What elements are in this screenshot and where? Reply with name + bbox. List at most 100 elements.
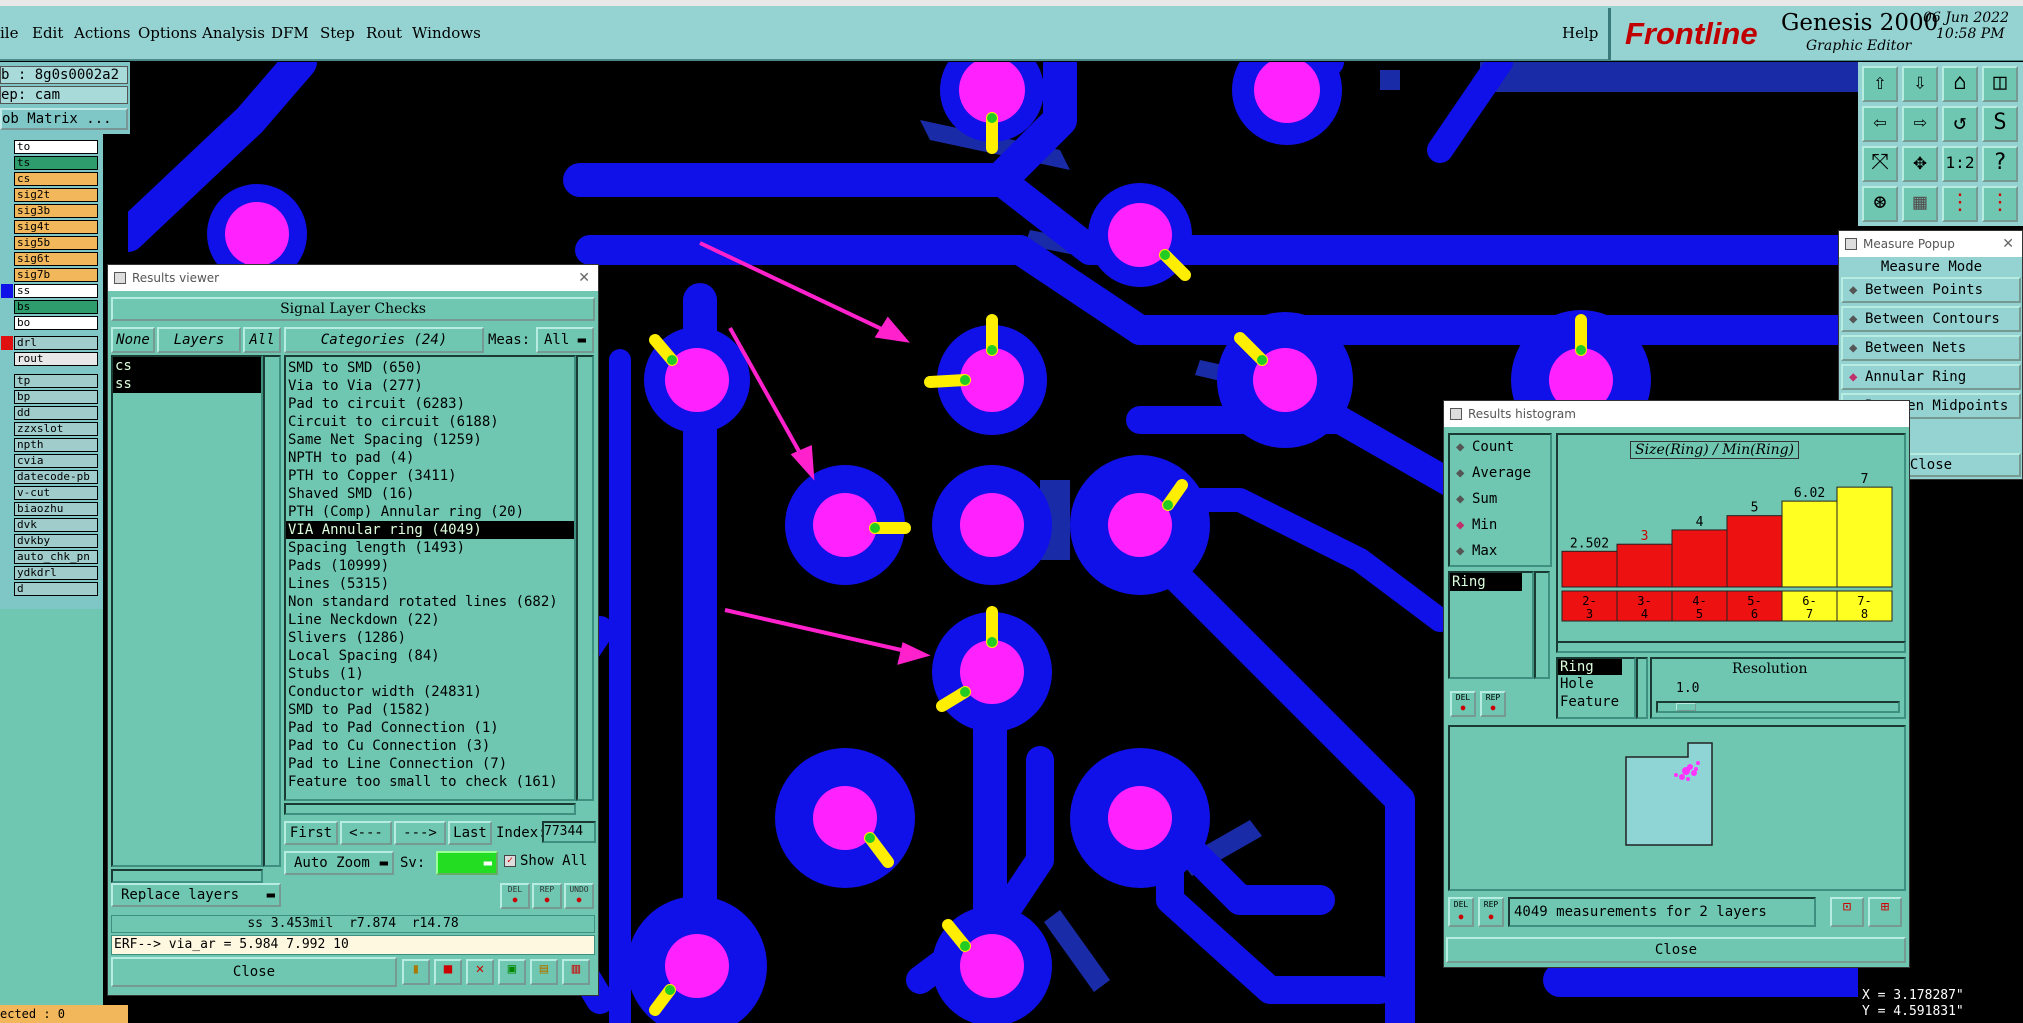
stat-option[interactable]: ◆ Average <box>1454 465 1531 481</box>
snap-icon[interactable]: ⊛ <box>1862 186 1898 222</box>
category-item[interactable]: Conductor width (24831) <box>286 683 574 701</box>
category-item[interactable]: Pad to Line Connection (7) <box>286 755 574 773</box>
results-histogram-titlebar[interactable]: Results histogram <box>1444 401 1909 427</box>
home-icon[interactable]: ⌂ <box>1942 66 1978 102</box>
layer-row[interactable]: zzxslot <box>14 422 98 436</box>
record-icon[interactable]: ■ <box>434 959 462 985</box>
split-icon[interactable]: ◫ <box>1982 66 2018 102</box>
layer-row[interactable]: dd <box>14 406 98 420</box>
layer-row[interactable]: cs <box>14 172 98 186</box>
category-item[interactable]: SMD to Pad (1582) <box>286 701 574 719</box>
signal-layer-checks-header[interactable]: Signal Layer Checks <box>111 297 595 321</box>
category-item[interactable]: Circuit to circuit (6188) <box>286 413 574 431</box>
layer-row[interactable]: sig3b <box>14 204 98 218</box>
auto-zoom-dropdown[interactable]: Auto Zoom ▬ <box>284 851 394 875</box>
menu-analysis[interactable]: Analysis <box>202 24 265 42</box>
push-icon[interactable]: ⇧ <box>1862 66 1898 102</box>
stat-option[interactable]: ◆ Min <box>1454 517 1497 533</box>
layer-list-hscroll[interactable] <box>111 869 263 883</box>
layer-row[interactable]: ts <box>14 156 98 170</box>
menu-dfm[interactable]: DFM <box>271 24 309 42</box>
list-item[interactable]: Hole <box>1558 675 1634 693</box>
layer-row[interactable]: npth <box>14 438 98 452</box>
histogram-bar[interactable] <box>1616 543 1673 588</box>
histogram-bar[interactable] <box>1836 486 1893 588</box>
list-item[interactable]: Feature <box>1558 693 1634 711</box>
layer-row[interactable]: dvk <box>14 518 98 532</box>
menu-help[interactable]: Help <box>1562 24 1598 42</box>
hist-del-button[interactable]: DEL ● <box>1450 691 1476 717</box>
layer-row[interactable]: ss <box>14 284 98 298</box>
layer-row[interactable]: sig7b <box>14 268 98 282</box>
layer-row[interactable]: auto_chk_pn <box>14 550 98 564</box>
menu-step[interactable]: Step <box>320 24 355 42</box>
histogram-bar[interactable] <box>1726 515 1783 588</box>
export-icon[interactable]: ▣ <box>498 959 526 985</box>
del-button[interactable]: DEL ● <box>500 883 530 909</box>
layer-row[interactable]: cvia <box>14 454 98 468</box>
stat-option[interactable]: ◆ Max <box>1454 543 1497 559</box>
category-item[interactable]: Pad to Pad Connection (1) <box>286 719 574 737</box>
category-item[interactable]: Pad to Cu Connection (3) <box>286 737 574 755</box>
close-icon[interactable]: ✕ <box>578 265 590 291</box>
layer-row[interactable]: v-cut <box>14 486 98 500</box>
menu-file[interactable]: ile <box>0 24 18 42</box>
sv-color-dropdown[interactable]: ▬ <box>436 851 498 875</box>
index-input[interactable]: 77344 <box>542 821 596 843</box>
zoom-to-selection-icon[interactable]: ⊡ <box>1830 897 1864 927</box>
categories-hscroll[interactable] <box>284 803 576 815</box>
category-item[interactable]: Shaved SMD (16) <box>286 485 574 503</box>
layer-row[interactable]: drl <box>14 336 98 350</box>
layer-row[interactable]: dvkby <box>14 534 98 548</box>
net2-icon[interactable]: ⋮ <box>1982 186 2018 222</box>
category-item[interactable]: Pad to circuit (6283) <box>286 395 574 413</box>
menu-windows[interactable]: Windows <box>412 24 481 42</box>
layer-row[interactable]: rout <box>14 352 98 366</box>
feature-type-list[interactable]: Ring Hole Feature <box>1556 657 1636 719</box>
hist-rep-button[interactable]: REP ● <box>1480 691 1506 717</box>
none-button[interactable]: None <box>111 327 155 353</box>
stat-option[interactable]: ◆ Sum <box>1454 491 1497 507</box>
layers-button[interactable]: Layers <box>157 327 241 353</box>
category-item[interactable]: Non standard rotated lines (682) <box>286 593 574 611</box>
category-item[interactable]: Line Neckdown (22) <box>286 611 574 629</box>
all-button[interactable]: All <box>243 327 281 353</box>
menu-rout[interactable]: Rout <box>366 24 402 42</box>
layer-row[interactable]: tp <box>14 374 98 388</box>
measure-type-scrollbar[interactable] <box>1534 571 1550 679</box>
grid-icon[interactable]: ▦ <box>1902 186 1938 222</box>
histogram-bar[interactable] <box>1561 550 1618 588</box>
category-item[interactable]: Pads (10999) <box>286 557 574 575</box>
job-matrix-button[interactable]: ob Matrix ... <box>0 108 128 130</box>
slider-thumb[interactable] <box>1676 703 1696 711</box>
measure-mode-item[interactable]: ◆ Between Nets <box>1841 335 2021 361</box>
categories-scrollbar[interactable] <box>576 355 594 801</box>
first-button[interactable]: First <box>284 821 338 845</box>
results-viewer-titlebar[interactable]: Results viewer ✕ <box>108 265 598 291</box>
delete-x-icon[interactable]: ✕ <box>466 959 494 985</box>
left-icon[interactable]: ⇦ <box>1862 106 1898 142</box>
histogram-close-button[interactable]: Close <box>1446 937 1906 963</box>
layer-row[interactable]: sig2t <box>14 188 98 202</box>
layer-list[interactable]: cs ss <box>111 355 263 867</box>
category-item[interactable]: Spacing length (1493) <box>286 539 574 557</box>
meas-dropdown[interactable]: All ▬ <box>536 327 594 353</box>
category-item[interactable]: NPTH to pad (4) <box>286 449 574 467</box>
histogram-bar[interactable] <box>1781 500 1838 588</box>
histogram-bar[interactable] <box>1671 529 1728 588</box>
category-item[interactable]: Stubs (1) <box>286 665 574 683</box>
list-item[interactable]: cs <box>113 357 261 375</box>
prev-button[interactable]: <--- <box>340 821 392 845</box>
zoom-fit-icon[interactable]: ⤧ <box>1862 146 1898 182</box>
list-item[interactable]: Ring <box>1558 659 1622 675</box>
measure-mode-item[interactable]: ◆ Between Contours <box>1841 306 2021 332</box>
layer-row[interactable]: sig6t <box>14 252 98 266</box>
last-button[interactable]: Last <box>448 821 492 845</box>
layer-row[interactable]: sig4t <box>14 220 98 234</box>
layer-row[interactable]: ydkdrl <box>14 566 98 580</box>
category-item[interactable]: Local Spacing (84) <box>286 647 574 665</box>
list-item[interactable]: Ring <box>1450 573 1522 591</box>
help-icon[interactable]: ? <box>1982 146 2018 182</box>
show-all-checkbox[interactable]: ✓ <box>504 855 516 867</box>
hist-rep-button-2[interactable]: REP ● <box>1478 897 1504 927</box>
